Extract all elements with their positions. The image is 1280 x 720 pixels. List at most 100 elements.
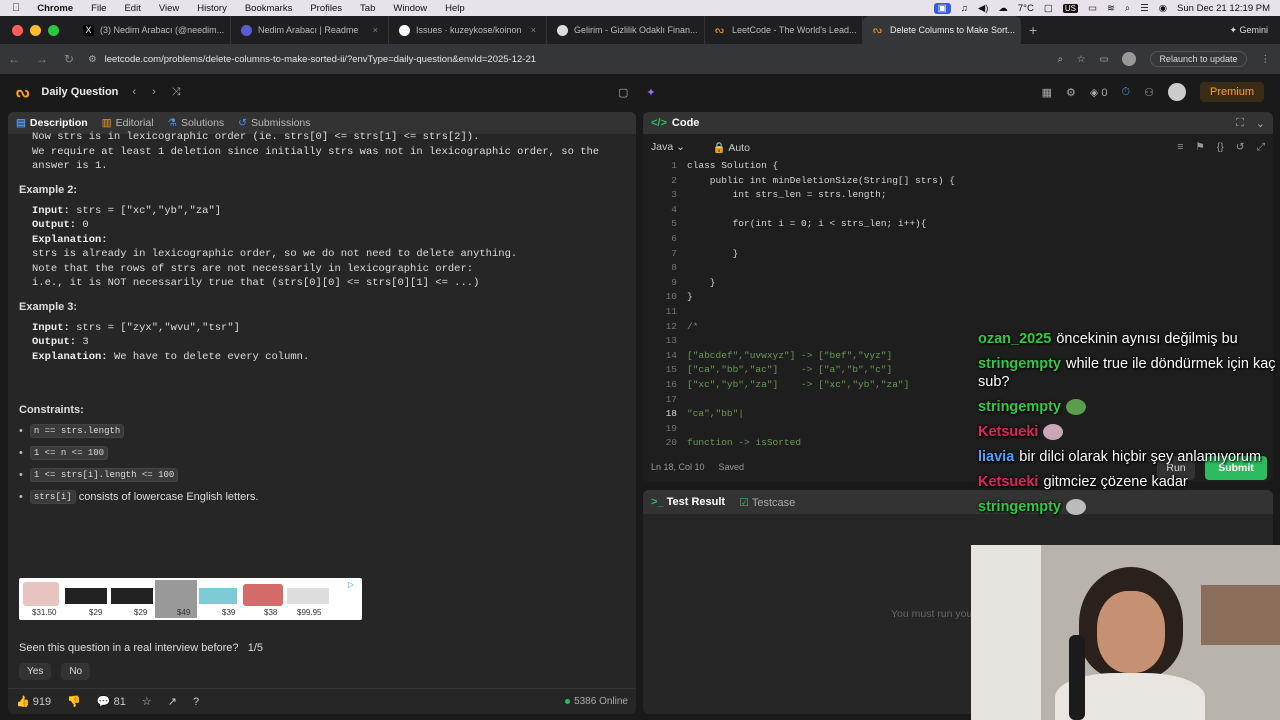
gemini-button[interactable]: ✦ Gemini	[1229, 25, 1280, 36]
yes-button[interactable]: Yes	[19, 663, 52, 680]
site-info-icon[interactable]: ⚙	[88, 54, 97, 65]
search-icon[interactable]: ⌕	[1125, 3, 1130, 14]
browser-tab-active[interactable]: ᔓDelete Columns to Make Sort...×	[863, 16, 1021, 44]
code-panel-header: </> Code ⛶ ⌄	[643, 112, 1273, 134]
lock-icon[interactable]: ▢	[1044, 3, 1053, 14]
browser-tab[interactable]: Gelirim - Gizlilik Odaklı Finan...×	[547, 16, 705, 44]
siri-icon[interactable]: ◉	[1159, 3, 1167, 14]
zoom-window-button[interactable]	[48, 24, 59, 36]
timer-icon[interactable]: ⏱	[1122, 86, 1131, 99]
zoom-icon[interactable]: ⌕	[1058, 54, 1063, 65]
browser-tab[interactable]: Nedim Arabacı | Readme ×	[231, 16, 389, 44]
description-panel: ▤ Description ▥ Editorial ⚗ Solutions ↺ Subm…	[8, 112, 636, 714]
minimize-window-button[interactable]	[30, 24, 41, 36]
close-tab-icon[interactable]: ×	[531, 25, 536, 35]
like-button[interactable]: 👍 919	[16, 695, 51, 708]
format-icon[interactable]: ≡	[1177, 141, 1183, 154]
auto-toggle[interactable]: 🔒 Auto	[713, 141, 750, 154]
prev-question-icon[interactable]: ‹	[132, 86, 136, 99]
example-2-heading: Example 2:	[19, 183, 78, 196]
line-number: 19	[665, 422, 677, 434]
more-menu-icon[interactable]: ⋮	[1261, 54, 1271, 65]
constraint-item: strs[i] consists of lowercase English le…	[19, 490, 624, 504]
profile-avatar[interactable]	[1122, 52, 1137, 66]
settings-icon[interactable]: ⚙	[1066, 86, 1076, 99]
bookmark-star-icon[interactable]: ☆	[1077, 54, 1086, 65]
menu-history[interactable]: History	[188, 3, 236, 14]
shuffle-icon[interactable]: ⤨	[172, 86, 181, 99]
chat-text: öncekinin aynısı değilmiş bu	[1056, 331, 1238, 347]
checkbox-icon: ☑	[739, 496, 749, 509]
control-center-icon[interactable]: ☰	[1140, 3, 1149, 14]
expand-icon[interactable]: ⤢	[1257, 141, 1265, 154]
grid-icon[interactable]: ▦	[1042, 86, 1052, 99]
help-icon[interactable]: ?	[193, 696, 199, 708]
dislike-icon[interactable]: 👎	[67, 695, 81, 708]
streak-fire-icon[interactable]: ◈ 0	[1090, 86, 1108, 99]
battery-icon[interactable]: ▭	[1088, 3, 1097, 14]
collapse-icon[interactable]: ⌄	[1256, 117, 1265, 130]
back-icon[interactable]: ←	[0, 52, 28, 66]
braces-icon[interactable]: {}	[1217, 141, 1224, 154]
wifi-icon[interactable]: ≋	[1107, 3, 1115, 14]
menu-window[interactable]: Window	[384, 3, 436, 14]
chat-user: liavia	[978, 449, 1015, 465]
tab-label: Nedim Arabacı | Readme	[258, 25, 359, 35]
url-field[interactable]: ⚙ leetcode.com/problems/delete-columns-to…	[82, 54, 1058, 65]
forward-icon[interactable]: →	[28, 52, 56, 66]
leetcode-logo-icon[interactable]: ᔓ	[16, 83, 29, 101]
line-number: 13	[665, 335, 677, 347]
menu-file[interactable]: File	[82, 3, 115, 14]
no-button[interactable]: No	[61, 663, 91, 680]
language-select[interactable]: Java ⌄	[651, 141, 685, 153]
apple-icon[interactable]: 	[0, 2, 28, 14]
browser-tab[interactable]: Issues · kuzeykose/koinon ×	[389, 16, 547, 44]
gemini-label: Gemini	[1239, 24, 1268, 35]
comments-button[interactable]: 💬 81	[97, 695, 126, 708]
ad-choices-icon[interactable]: ▷	[348, 580, 354, 589]
cast-icon[interactable]: ▭	[1099, 54, 1108, 65]
advertisement-banner[interactable]: $31.50 $29 $29 $49 $39 $38 $99.95 ▷	[19, 578, 362, 620]
add-friend-icon[interactable]: ⚇	[1144, 86, 1154, 99]
next-question-icon[interactable]: ›	[152, 86, 156, 99]
tab-test-result[interactable]: >_ Test Result	[651, 496, 725, 508]
user-avatar[interactable]	[1167, 83, 1186, 101]
input-source[interactable]: US	[1062, 3, 1078, 13]
share-icon[interactable]: ↗	[168, 695, 177, 708]
daily-question-title[interactable]: Daily Question	[41, 86, 118, 98]
menu-tab[interactable]: Tab	[351, 3, 384, 14]
screen-share-icon[interactable]: ▣	[933, 2, 951, 14]
browser-tab[interactable]: X(3) Nedim Arabacı (@needim...×	[73, 16, 231, 44]
menu-app[interactable]: Chrome	[28, 3, 82, 14]
bookmark-icon[interactable]: ⚑	[1195, 141, 1204, 154]
menu-bookmarks[interactable]: Bookmarks	[236, 3, 302, 14]
menu-view[interactable]: View	[150, 3, 188, 14]
volume-icon[interactable]: ◀)	[978, 3, 988, 14]
tab-solutions[interactable]: ⚗ Solutions	[168, 117, 225, 129]
weather-icon[interactable]: ☁	[998, 3, 1008, 14]
layout-icon[interactable]: ▢	[618, 86, 628, 99]
tab-editorial[interactable]: ▥ Editorial	[102, 117, 154, 129]
reset-icon[interactable]: ↺	[1236, 141, 1245, 154]
tab-submissions[interactable]: ↺ Submissions	[238, 117, 310, 129]
menu-help[interactable]: Help	[436, 3, 474, 14]
chat-user: stringempty	[978, 499, 1061, 515]
prompt-text: Seen this question in a real interview b…	[19, 642, 239, 654]
close-window-button[interactable]	[12, 24, 23, 36]
tab-testcase[interactable]: ☑ Testcase	[739, 496, 795, 509]
relaunch-button[interactable]: Relaunch to update	[1150, 51, 1247, 67]
close-tab-icon[interactable]: ×	[373, 25, 378, 35]
menu-edit[interactable]: Edit	[115, 3, 149, 14]
music-icon[interactable]: ♫	[961, 3, 968, 14]
example-input: Input: strs = ["zyx","wvu","tsr"]	[32, 321, 624, 336]
browser-tab[interactable]: ᔓLeetCode - The World's Lead...×	[705, 16, 863, 44]
favorite-star-icon[interactable]: ☆	[142, 695, 152, 708]
example-3: Input: strs = ["zyx","wvu","tsr"] Output…	[19, 321, 624, 365]
ai-assist-icon[interactable]: ✦	[646, 86, 655, 99]
new-tab-icon[interactable]: +	[1021, 22, 1045, 38]
reload-icon[interactable]: ↻	[56, 52, 82, 66]
menu-profiles[interactable]: Profiles	[301, 3, 351, 14]
fullscreen-icon[interactable]: ⛶	[1236, 117, 1244, 130]
tab-description[interactable]: ▤ Description	[16, 117, 88, 129]
premium-button[interactable]: Premium	[1199, 82, 1264, 102]
